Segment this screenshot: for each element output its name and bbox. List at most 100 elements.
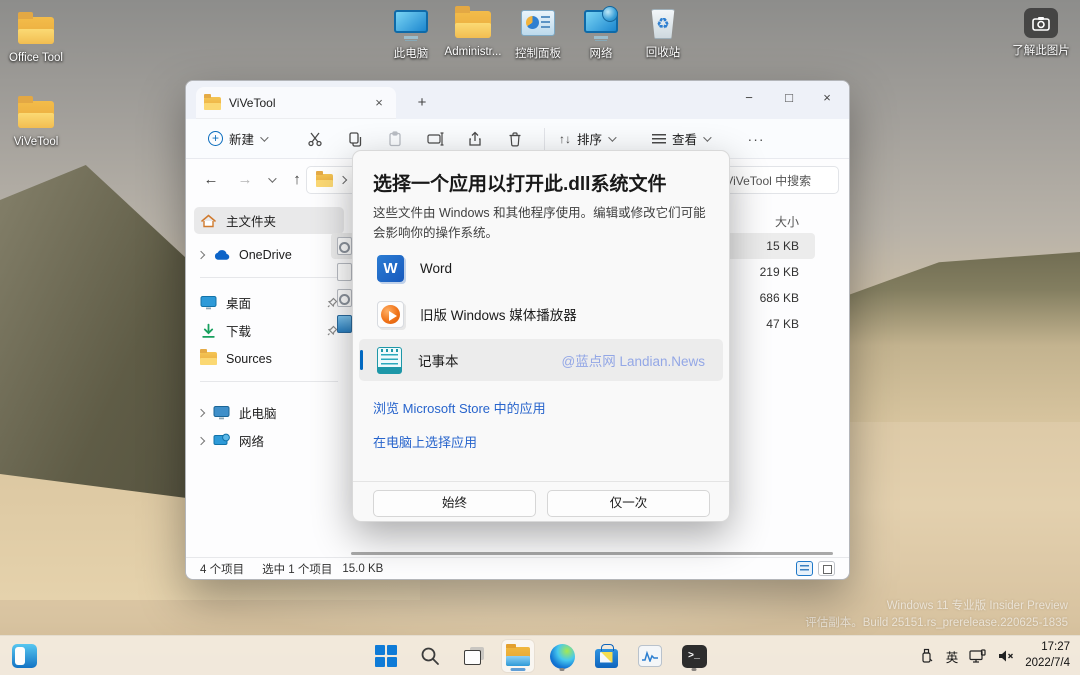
open-with-dialog: 选择一个应用以打开此.dll系统文件 这些文件由 Windows 和其他程序使用… — [352, 150, 730, 522]
delete-button[interactable] — [500, 124, 530, 154]
watermark-line2: 评估副本。Build 25151.rs_prerelease.220625-18… — [805, 615, 1068, 632]
tab-title: ViVeTool — [229, 96, 362, 110]
plus-icon: + — [208, 131, 223, 146]
monitor-icon — [394, 10, 428, 33]
task-view-button[interactable] — [458, 640, 490, 672]
terminal-taskbar-button[interactable] — [678, 640, 710, 672]
onedrive-cloud-icon — [213, 247, 230, 263]
trash-icon — [507, 131, 523, 147]
expander-chevron-icon[interactable] — [197, 408, 205, 416]
folder-icon — [204, 97, 221, 110]
sidebar-item-this-pc[interactable]: 此电脑 — [194, 399, 344, 426]
sort-button[interactable]: ↑↓ 排序 — [551, 124, 622, 154]
app-name: Word — [420, 261, 452, 276]
volume-muted-icon[interactable] — [997, 648, 1014, 665]
control-panel-icon — [521, 10, 555, 36]
sidebar-item-downloads[interactable]: 下载 — [194, 317, 344, 344]
clock[interactable]: 17:27 2022/7/4 — [1025, 640, 1070, 671]
desktop-icon-vivetool[interactable]: ViVeTool — [0, 98, 72, 148]
insider-watermark: Windows 11 专业版 Insider Preview 评估副本。Buil… — [805, 598, 1068, 631]
close-button[interactable]: × — [807, 81, 847, 117]
search-button[interactable] — [414, 640, 446, 672]
desktop-icon-office-tool[interactable]: Office Tool — [0, 14, 72, 64]
sidebar-divider — [200, 381, 338, 382]
search-icon — [420, 646, 440, 666]
recycle-bin-icon — [650, 9, 676, 39]
explorer-tab-vivetool[interactable]: ViVeTool × — [196, 87, 396, 119]
taskbar: 英 17:27 2022/7/4 — [0, 635, 1080, 675]
details-view-button[interactable] — [796, 561, 813, 576]
maximize-button[interactable]: □ — [769, 81, 809, 117]
desktop-icon-label: Administr... — [437, 46, 509, 58]
site-watermark: @蓝点网 Landian.News — [561, 350, 705, 370]
app-option-notepad[interactable]: 记事本 @蓝点网 Landian.News — [359, 339, 723, 381]
sidebar-item-onedrive[interactable]: OneDrive — [194, 241, 344, 268]
file-icon — [337, 263, 352, 281]
minimize-button[interactable]: − — [729, 81, 769, 117]
edge-taskbar-button[interactable] — [546, 640, 578, 672]
tab-close-icon[interactable]: × — [370, 94, 388, 112]
new-tab-button[interactable]: + — [410, 91, 434, 115]
cut-button[interactable] — [300, 124, 330, 154]
sidebar-item-sources[interactable]: Sources — [194, 345, 344, 372]
network-icon — [213, 433, 230, 449]
explorer-tab-bar: ViVeTool × + − □ × — [186, 81, 849, 119]
desktop-icon-administrator[interactable]: Administr... — [437, 8, 509, 58]
new-button[interactable]: + 新建 — [200, 124, 274, 154]
app-option-word[interactable]: W Word — [359, 247, 723, 289]
browse-pc-link[interactable]: 在电脑上选择应用 — [373, 432, 477, 451]
expander-chevron-icon[interactable] — [197, 436, 205, 444]
back-button[interactable]: ← — [198, 167, 224, 193]
ime-indicator[interactable]: 英 — [946, 647, 959, 666]
share-button[interactable] — [460, 124, 490, 154]
desktop-icon-recycle-bin[interactable]: 回收站 — [627, 8, 699, 60]
sort-label: 排序 — [577, 129, 602, 148]
task-manager-taskbar-button[interactable] — [634, 640, 666, 672]
microsoft-store-icon — [595, 649, 618, 668]
sidebar-item-home[interactable]: 主文件夹 — [194, 207, 344, 234]
recent-locations-chevron[interactable] — [268, 174, 276, 182]
more-icon: ··· — [748, 131, 765, 147]
app-option-wmp[interactable]: 旧版 Windows 媒体播放器 — [359, 293, 723, 335]
view-label: 查看 — [672, 129, 697, 148]
desktop-icon-control-panel[interactable]: 控制面板 — [502, 8, 574, 61]
large-icons-view-button[interactable] — [818, 561, 835, 576]
paste-button[interactable] — [380, 124, 410, 154]
watermark-line1: Windows 11 专业版 Insider Preview — [805, 598, 1068, 615]
monitor-icon — [584, 10, 618, 33]
file-size: 47 KB — [739, 317, 799, 331]
dialog-title: 选择一个应用以打开此.dll系统文件 — [373, 169, 666, 196]
file-size: 219 KB — [739, 265, 799, 279]
view-button[interactable]: 查看 — [644, 124, 717, 154]
always-button[interactable]: 始终 — [373, 490, 536, 517]
just-once-button[interactable]: 仅一次 — [547, 490, 710, 517]
store-taskbar-button[interactable] — [590, 640, 622, 672]
store-apps-link[interactable]: 浏览 Microsoft Store 中的应用 — [373, 398, 546, 417]
copy-icon — [347, 131, 363, 147]
app-name: 旧版 Windows 媒体播放器 — [420, 304, 577, 324]
spotlight-label: 了解此图片 — [1008, 42, 1074, 58]
running-indicator — [692, 668, 697, 671]
file-explorer-taskbar-button[interactable] — [502, 640, 534, 672]
dll-file-icon — [337, 237, 352, 255]
forward-button[interactable]: → — [232, 167, 258, 193]
widgets-button[interactable] — [12, 644, 37, 668]
sidebar-item-network[interactable]: 网络 — [194, 427, 344, 454]
desktop-icon-label: Office Tool — [0, 52, 72, 64]
spotlight-icon[interactable]: 了解此图片 — [1008, 8, 1074, 58]
network-tray-icon[interactable] — [969, 648, 986, 665]
items-count: 4 个项目 — [200, 561, 244, 577]
wallpaper-dune-right — [845, 252, 1080, 422]
sidebar-item-desktop[interactable]: 桌面 — [194, 289, 344, 316]
expander-chevron-icon[interactable] — [197, 250, 205, 258]
usb-device-icon[interactable] — [918, 648, 935, 665]
dialog-description: 这些文件由 Windows 和其他程序使用。编辑或修改它们可能会影响你的操作系统… — [373, 203, 715, 243]
horizontal-scrollbar[interactable] — [351, 552, 833, 555]
start-button[interactable] — [370, 640, 402, 672]
rename-button[interactable] — [420, 124, 450, 154]
new-label: 新建 — [229, 129, 254, 148]
column-header-size[interactable]: 大小 — [775, 213, 799, 230]
dll-file-icon — [337, 289, 352, 307]
see-more-button[interactable]: ··· — [741, 124, 771, 154]
copy-button[interactable] — [340, 124, 370, 154]
